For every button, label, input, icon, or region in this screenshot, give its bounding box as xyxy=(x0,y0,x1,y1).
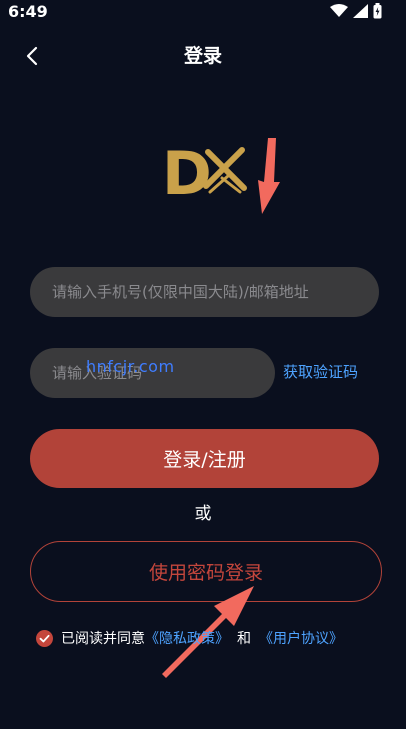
privacy-policy-link[interactable]: 《隐私政策》 xyxy=(145,628,229,648)
logo-letter: D xyxy=(162,142,212,198)
phone-email-input[interactable] xyxy=(30,267,379,317)
agreement-prefix: 已阅读并同意 xyxy=(61,631,145,647)
watermark: hnfcjr.com xyxy=(86,357,175,376)
annotation-arrow-icon xyxy=(258,138,280,214)
app-logo: D xyxy=(162,139,252,209)
user-agreement-link[interactable]: 《用户协议》 xyxy=(259,628,343,648)
battery-icon xyxy=(373,3,382,19)
login-register-button[interactable]: 登录/注册 xyxy=(30,429,379,488)
agreement-row: 已阅读并同意 《隐私政策》 和 《用户协议》 xyxy=(36,627,343,649)
agreement-and: 和 xyxy=(237,631,251,647)
or-divider: 或 xyxy=(194,504,212,524)
status-bar: 6:49 xyxy=(0,0,406,26)
status-icons xyxy=(330,2,382,20)
wifi-icon xyxy=(330,4,348,17)
checkbox-checked-icon[interactable] xyxy=(36,629,53,647)
get-code-button[interactable]: 获取验证码 xyxy=(283,362,358,382)
status-time: 6:49 xyxy=(8,2,48,21)
page-title: 登录 xyxy=(183,45,222,67)
cell-signal-icon xyxy=(353,4,368,18)
